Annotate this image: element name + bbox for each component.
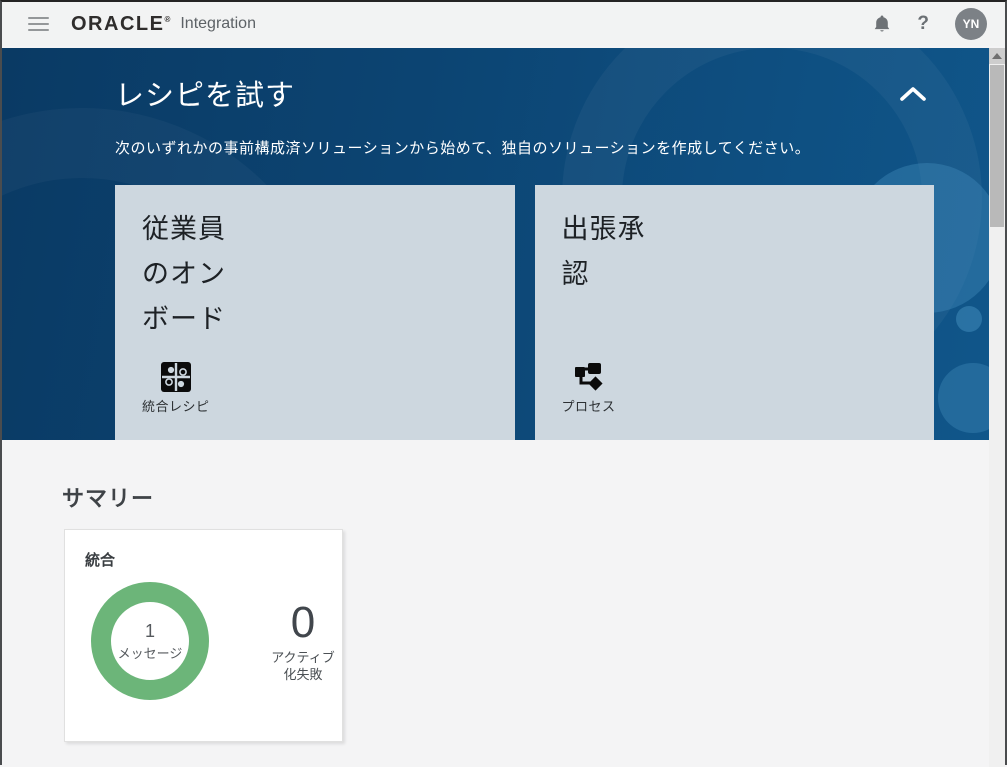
product-title: Integration xyxy=(180,15,256,33)
top-bar: ORACLE® Integration ? YN xyxy=(2,2,1005,46)
summary-section: サマリー 統合 1 メッセージ 0 アクティブ化失敗 xyxy=(2,440,990,513)
messages-count: 1 xyxy=(145,621,155,642)
topbar-actions: ? YN xyxy=(873,8,987,40)
activation-failures-label: アクティブ化失敗 xyxy=(271,649,335,683)
recipe-card-travel-approval[interactable]: 出張承認 プロセス xyxy=(535,185,935,440)
vertical-scrollbar[interactable] xyxy=(989,48,1005,767)
scrollbar-up-arrow[interactable] xyxy=(989,48,1005,64)
hamburger-menu-icon[interactable] xyxy=(28,17,49,31)
integration-summary-card[interactable]: 統合 1 メッセージ 0 アクティブ化失敗 xyxy=(64,529,343,742)
messages-donut-chart: 1 メッセージ xyxy=(91,582,209,700)
messages-label: メッセージ xyxy=(118,643,183,662)
recipe-card-type-label: 統合レシピ xyxy=(142,396,210,415)
recipes-banner: レシピを試す 次のいずれかの事前構成済ソリューションから始めて、独自のソリューシ… xyxy=(2,48,990,440)
recipe-card-title: 従業員のオンボード xyxy=(142,207,250,342)
activation-failures-stat: 0 アクティブ化失敗 xyxy=(271,600,335,683)
hero-title: レシピを試す xyxy=(115,72,295,114)
trademark-mark: ® xyxy=(164,15,170,24)
recipe-cards: 従業員のオンボード 統合レシピ xyxy=(115,185,934,440)
activation-failures-count: 0 xyxy=(271,600,335,646)
recipe-card-title: 出張承認 xyxy=(562,207,670,297)
notifications-bell-icon[interactable] xyxy=(873,14,891,34)
oracle-logo: ORACLE® xyxy=(71,13,170,36)
summary-card-title: 統合 xyxy=(85,549,342,570)
recipe-card-type-label: プロセス xyxy=(562,396,616,415)
puzzle-icon xyxy=(160,361,192,393)
chevron-up-icon xyxy=(900,89,926,104)
process-flow-icon xyxy=(573,361,605,393)
hero-subtitle: 次のいずれかの事前構成済ソリューションから始めて、独自のソリューションを作成して… xyxy=(115,137,934,158)
scrollbar-thumb[interactable] xyxy=(990,65,1004,227)
user-avatar[interactable]: YN xyxy=(955,8,987,40)
help-icon[interactable]: ? xyxy=(917,13,929,35)
collapse-section-button[interactable] xyxy=(892,78,934,112)
summary-heading: サマリー xyxy=(62,481,990,513)
recipe-card-employee-onboarding[interactable]: 従業員のオンボード 統合レシピ xyxy=(115,185,515,440)
